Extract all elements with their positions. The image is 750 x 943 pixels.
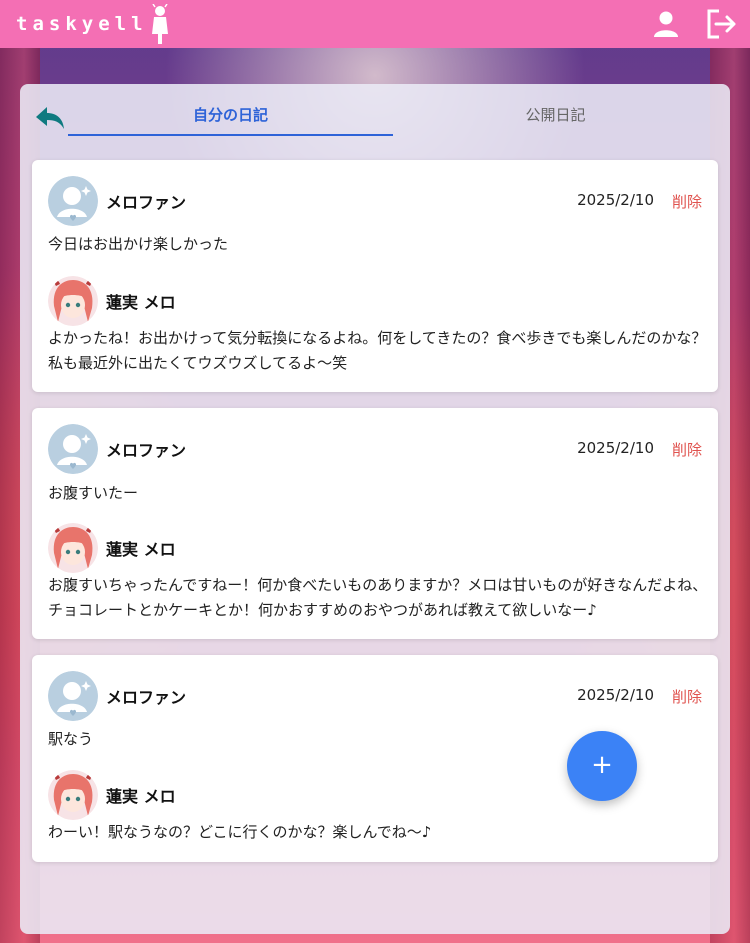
user-icon[interactable] [652, 10, 680, 38]
user-name: メロファン [106, 441, 187, 460]
character-avatar [48, 523, 98, 573]
reply-text: よかったね！お出かけって気分転換になるよね。何をしてきたの？食べ歩きでも楽しんだ… [48, 329, 707, 372]
entry-date: 2025/2/10 [577, 686, 654, 704]
back-arrow-icon[interactable] [34, 104, 66, 132]
reply-text: わーい！駅なうなの？どこに行くのかな？楽しんでね〜♪ [48, 823, 432, 841]
tab-public-diary[interactable]: 公開日記 [393, 98, 718, 136]
logout-icon[interactable] [706, 9, 738, 39]
delete-button[interactable]: 削除 [672, 439, 702, 460]
entry-text: 今日はお出かけ楽しかった [48, 235, 229, 253]
character-name: 蓮実 メロ [106, 787, 176, 806]
app-logo[interactable]: taskyell [16, 4, 170, 44]
add-entry-button[interactable]: + [567, 731, 637, 801]
user-avatar [48, 424, 98, 474]
user-name: メロファン [106, 193, 187, 212]
diary-card: メロファン 2025/2/10 削除 お腹すいたー 蓮実 メロ お腹すいちゃった… [32, 408, 718, 639]
entry-date: 2025/2/10 [577, 439, 654, 457]
character-avatar [48, 276, 98, 326]
character-name: 蓮実 メロ [106, 540, 176, 559]
diary-card: メロファン 2025/2/10 削除 今日はお出かけ楽しかった 蓮実 メロ よか… [32, 160, 718, 392]
character-avatar [48, 770, 98, 820]
entry-text: お腹すいたー [48, 484, 139, 502]
top-bar: taskyell [0, 0, 750, 48]
user-name: メロファン [106, 688, 187, 707]
logo-figure-icon [151, 4, 168, 44]
tab-my-diary[interactable]: 自分の日記 [68, 98, 393, 136]
app-logo-text: taskyell [16, 13, 148, 35]
delete-button[interactable]: 削除 [672, 191, 702, 212]
reply-text: お腹すいちゃったんですねー！何か食べたいものありますか？メロは甘いものが好きなん… [48, 576, 708, 619]
user-avatar [48, 671, 98, 721]
user-avatar [48, 176, 98, 226]
diary-panel: 自分の日記 公開日記 メロファン 2025/2/10 削除 今日はお出かけ楽しか… [20, 84, 730, 934]
diary-tabs: 自分の日記 公開日記 [68, 98, 718, 136]
character-name: 蓮実 メロ [106, 293, 176, 312]
delete-button[interactable]: 削除 [672, 686, 702, 707]
entry-date: 2025/2/10 [577, 191, 654, 209]
